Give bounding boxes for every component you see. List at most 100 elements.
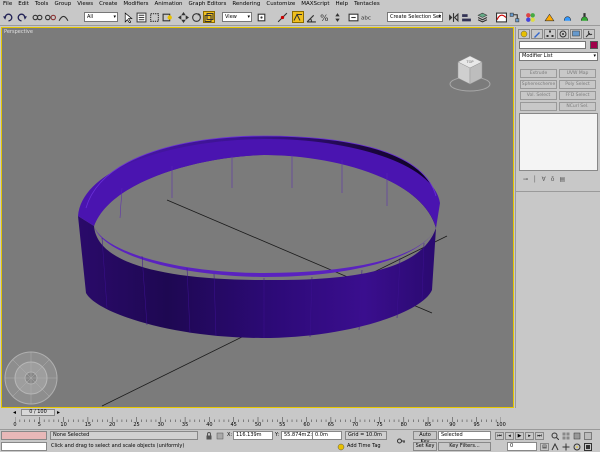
- modify-tab-icon[interactable]: [531, 29, 543, 39]
- zoom-icon[interactable]: [550, 431, 559, 440]
- snap-toggle-icon[interactable]: [292, 11, 304, 23]
- menu-item-modifiers[interactable]: Modifiers: [123, 0, 148, 9]
- menu-item-customize[interactable]: Customize: [266, 0, 295, 9]
- curve-editor-icon[interactable]: [495, 11, 507, 23]
- select-object-icon[interactable]: [122, 11, 134, 23]
- uvw-map-button[interactable]: UVW Map: [559, 69, 596, 78]
- key-mode-dropdown[interactable]: Selected: [438, 431, 491, 440]
- abc-named-selection-icon[interactable]: abc: [360, 11, 372, 23]
- select-and-scale-icon[interactable]: [203, 11, 215, 23]
- pin-stack-icon[interactable]: ⊸: [523, 176, 528, 183]
- edit-named-selection-icon[interactable]: [347, 11, 359, 23]
- quick-render-icon[interactable]: [578, 11, 590, 23]
- add-time-tag-button[interactable]: Add Time Tag: [347, 442, 381, 450]
- link-icon[interactable]: [31, 11, 43, 23]
- display-tab-icon[interactable]: [570, 29, 582, 39]
- menu-item-animation[interactable]: Animation: [155, 0, 183, 9]
- menu-item-group[interactable]: Group: [54, 0, 71, 9]
- zoom-extents-all-icon[interactable]: [583, 431, 592, 440]
- layer-manager-icon[interactable]: [476, 11, 488, 23]
- material-editor-icon[interactable]: [524, 11, 536, 23]
- bind-space-warp-icon[interactable]: [57, 11, 69, 23]
- rectangular-selection-icon[interactable]: [148, 11, 160, 23]
- set-key-button[interactable]: Set Key: [413, 442, 437, 451]
- render-setup-icon[interactable]: [543, 11, 555, 23]
- select-and-move-icon[interactable]: [177, 11, 189, 23]
- configure-sets-icon[interactable]: ▤: [559, 176, 565, 183]
- ncurl-sel-button[interactable]: NCurl Sel.: [559, 102, 596, 111]
- zoom-extents-icon[interactable]: [572, 431, 581, 440]
- object-color-swatch[interactable]: [590, 41, 598, 49]
- orbit-icon[interactable]: [572, 442, 581, 451]
- perspective-viewport[interactable]: Perspective TOP: [1, 27, 514, 408]
- mirror-icon[interactable]: [447, 11, 459, 23]
- menu-item-graph-editors[interactable]: Graph Editors: [189, 0, 227, 9]
- unlink-icon[interactable]: [44, 11, 56, 23]
- poly-select-button[interactable]: Poly Select: [559, 80, 596, 89]
- time-slider[interactable]: 0 / 100: [21, 409, 55, 416]
- time-tag-icon[interactable]: [336, 442, 345, 451]
- undo-icon[interactable]: [2, 11, 14, 23]
- go-to-start-icon[interactable]: ⏮: [495, 432, 504, 440]
- redo-icon[interactable]: [15, 11, 27, 23]
- modifier-list-dropdown[interactable]: Modifier List: [519, 52, 598, 61]
- vol-select-button[interactable]: Vol. Select: [520, 91, 557, 100]
- spherescheme-button[interactable]: Spherescheme: [520, 80, 557, 89]
- menu-item-help[interactable]: Help: [336, 0, 349, 9]
- menu-item-rendering[interactable]: Rendering: [232, 0, 260, 9]
- selection-set-dropdown[interactable]: Create Selection Set: [387, 12, 443, 22]
- reference-coordinate-dropdown[interactable]: View: [222, 12, 252, 22]
- z-coord-field[interactable]: 0.0m: [312, 431, 342, 440]
- select-and-rotate-icon[interactable]: [190, 11, 202, 23]
- set-key-icon[interactable]: [396, 436, 405, 445]
- object-name-field[interactable]: [519, 41, 586, 49]
- angle-snap-icon[interactable]: [305, 11, 317, 23]
- menu-item-create[interactable]: Create: [99, 0, 117, 9]
- zoom-all-icon[interactable]: [561, 431, 570, 440]
- time-prev-icon[interactable]: ◂: [13, 409, 16, 416]
- track-bar[interactable]: 0 5 10 15 20 25 30 35 40 45 50 55 60 65 70 75 80 85 90 95 10…: [1, 417, 514, 429]
- maxscript-input[interactable]: [1, 442, 47, 451]
- absolute-mode-icon[interactable]: [215, 431, 224, 440]
- modifier-stack[interactable]: [519, 113, 598, 171]
- maximize-viewport-icon[interactable]: [583, 442, 592, 451]
- steering-wheel-icon[interactable]: [3, 350, 59, 406]
- x-coord-field[interactable]: 116.139m: [233, 431, 273, 440]
- hierarchy-tab-icon[interactable]: [544, 29, 556, 39]
- empty-modifier-button[interactable]: [520, 102, 557, 111]
- spinner-snap-icon[interactable]: [331, 11, 343, 23]
- create-tab-icon[interactable]: [518, 29, 530, 39]
- make-unique-icon[interactable]: ∀: [542, 176, 546, 183]
- menu-item-tools[interactable]: Tools: [35, 0, 49, 9]
- window-crossing-icon[interactable]: [161, 11, 173, 23]
- percent-snap-icon[interactable]: %: [318, 11, 330, 23]
- select-and-manipulate-icon[interactable]: [276, 11, 288, 23]
- menu-item-views[interactable]: Views: [77, 0, 93, 9]
- select-by-name-icon[interactable]: [135, 11, 147, 23]
- utilities-tab-icon[interactable]: [583, 29, 595, 39]
- pan-view-icon[interactable]: [561, 442, 570, 451]
- align-icon[interactable]: [460, 11, 472, 23]
- key-filters-button[interactable]: Key Filters...: [438, 442, 491, 451]
- schematic-view-icon[interactable]: [508, 11, 520, 23]
- show-end-result-icon[interactable]: │: [533, 176, 537, 183]
- selection-filter-dropdown[interactable]: All: [84, 12, 118, 22]
- extrude-button[interactable]: Extrude: [520, 69, 557, 78]
- go-to-end-icon[interactable]: ⏭: [535, 432, 544, 440]
- pivot-center-icon[interactable]: [255, 11, 267, 23]
- next-frame-icon[interactable]: ▸: [525, 432, 534, 440]
- menu-item-file[interactable]: File: [3, 0, 12, 9]
- play-icon[interactable]: ▶: [515, 432, 524, 440]
- current-frame-field[interactable]: 0: [507, 442, 537, 451]
- viewcube-icon[interactable]: TOP: [448, 52, 492, 94]
- render-frame-icon[interactable]: [561, 11, 573, 23]
- menu-item-edit[interactable]: Edit: [18, 0, 29, 9]
- previous-frame-icon[interactable]: ◂: [505, 432, 514, 440]
- menu-item-tentacles[interactable]: Tentacles: [354, 0, 380, 9]
- time-next-icon[interactable]: ▸: [57, 409, 60, 416]
- maxscript-listener[interactable]: [1, 431, 47, 440]
- remove-modifier-icon[interactable]: ō: [551, 176, 555, 183]
- motion-tab-icon[interactable]: [557, 29, 569, 39]
- menu-item-maxscript[interactable]: MAXScript: [301, 0, 329, 9]
- ffd-select-button[interactable]: FFD Select: [559, 91, 596, 100]
